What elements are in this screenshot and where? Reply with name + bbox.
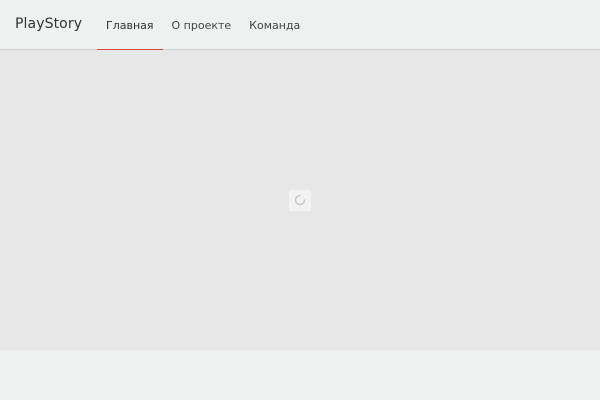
main-content-area bbox=[0, 50, 600, 350]
nav-item-label: Главная bbox=[106, 18, 154, 32]
nav-item-about[interactable]: О проекте bbox=[163, 0, 241, 50]
page: PlayStory Главная О проекте Команда bbox=[0, 0, 600, 400]
nav-item-home[interactable]: Главная bbox=[97, 0, 163, 51]
spinner-icon bbox=[294, 194, 306, 206]
nav-item-team[interactable]: Команда bbox=[240, 0, 309, 50]
loading-spinner bbox=[289, 190, 311, 211]
footer-area bbox=[0, 350, 600, 400]
top-navbar: PlayStory Главная О проекте Команда bbox=[0, 0, 600, 51]
brand-link[interactable]: PlayStory bbox=[15, 14, 82, 34]
nav-item-label: О проекте bbox=[171, 18, 232, 32]
main-nav: Главная О проекте Команда bbox=[97, 0, 309, 51]
nav-item-label: Команда bbox=[249, 18, 301, 32]
